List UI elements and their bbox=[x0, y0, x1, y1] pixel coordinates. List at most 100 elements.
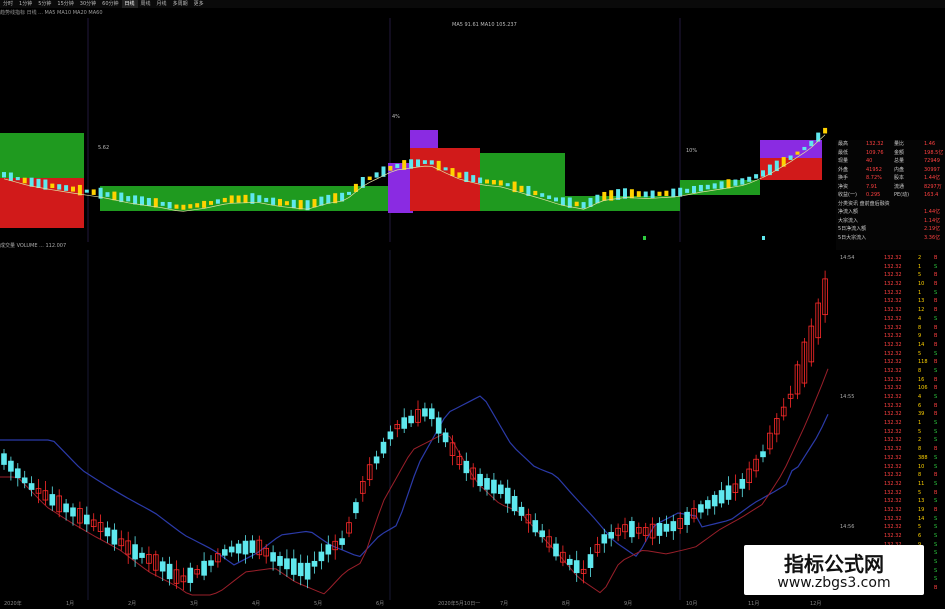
candle-body bbox=[104, 527, 111, 537]
tick-cell: 132.32 bbox=[884, 315, 902, 322]
quote-cell-d: 1.14亿 bbox=[924, 217, 941, 224]
candle-body bbox=[353, 502, 359, 514]
tick-cell: S bbox=[934, 559, 938, 566]
tick-cell: 132.32 bbox=[884, 437, 902, 444]
tick-cell: 4 bbox=[918, 394, 922, 400]
mini-candle bbox=[298, 200, 303, 210]
candle-body bbox=[567, 558, 573, 565]
mini-candle bbox=[788, 155, 793, 160]
mini-candle bbox=[533, 190, 538, 196]
mini-candle bbox=[105, 192, 110, 197]
candlestick-chart[interactable] bbox=[0, 250, 835, 600]
candle-body bbox=[491, 479, 497, 494]
period-tab[interactable]: 分时 bbox=[0, 0, 16, 8]
mini-candle bbox=[312, 199, 317, 208]
tick-cell: 132.32 bbox=[884, 359, 902, 366]
tick-cell: B bbox=[934, 376, 938, 383]
tick-cell: 6 bbox=[918, 402, 922, 409]
mini-candle bbox=[153, 198, 158, 208]
tick-cell: 2 bbox=[918, 437, 922, 444]
mini-candle bbox=[140, 196, 144, 206]
mini-candle bbox=[754, 174, 759, 179]
period-tab[interactable]: 日线 bbox=[121, 0, 138, 8]
tick-row: 14:56 132.32 5 S bbox=[836, 523, 945, 532]
period-tab[interactable]: 1分钟 bbox=[16, 0, 35, 8]
quote-row: 外盘 41952 内盘 30997 bbox=[836, 166, 945, 175]
mini-candle bbox=[15, 177, 20, 181]
candle-body bbox=[235, 543, 242, 554]
mini-candle bbox=[795, 151, 800, 155]
tick-cell: 132.32 bbox=[884, 428, 902, 435]
mini-candle bbox=[57, 184, 62, 190]
tick-row: 132.32 13 S bbox=[836, 497, 945, 506]
candle-body bbox=[435, 417, 442, 434]
tick-cell: 132.32 bbox=[884, 533, 902, 539]
tick-cell: 132.32 bbox=[884, 350, 902, 357]
quote-cell-d: 1.44亿 bbox=[924, 175, 941, 181]
candle-body bbox=[1, 453, 7, 465]
tick-cell: 132.32 bbox=[884, 480, 902, 487]
tick-cell: B bbox=[934, 359, 938, 366]
tick-cell: 19 bbox=[918, 506, 925, 513]
tick-cell: 4 bbox=[918, 315, 922, 322]
tick-cell: 2 bbox=[918, 255, 922, 261]
tick-cell: S bbox=[934, 480, 938, 487]
mini-candle bbox=[181, 204, 186, 210]
candle-body bbox=[497, 484, 504, 494]
date-label: 2020年5月10日一 bbox=[438, 601, 481, 607]
tick-cell: B bbox=[934, 585, 938, 592]
tick-cell: 8 bbox=[918, 446, 922, 453]
date-label: 12月 bbox=[810, 601, 822, 607]
mini-candle bbox=[284, 201, 289, 206]
tick-row: 132.32 1 S bbox=[836, 419, 945, 428]
period-tab[interactable]: 60分钟 bbox=[99, 0, 121, 8]
mini-candle bbox=[291, 199, 296, 209]
mini-candle bbox=[733, 179, 738, 186]
tick-cell: 132.32 bbox=[884, 524, 902, 531]
period-tab[interactable]: 周线 bbox=[138, 0, 154, 8]
candle-body bbox=[208, 560, 214, 566]
period-tab[interactable]: 30分钟 bbox=[77, 0, 99, 8]
tick-cell: 132.32 bbox=[884, 341, 902, 348]
tick-cell: 132.32 bbox=[884, 402, 902, 409]
period-tab[interactable]: 更多 bbox=[191, 0, 207, 8]
period-tab[interactable]: 15分钟 bbox=[54, 0, 76, 8]
candle-body bbox=[739, 478, 746, 489]
tick-cell: S bbox=[934, 550, 938, 557]
tick-cell: S bbox=[934, 498, 938, 505]
quote-cell-b: 0.295 bbox=[866, 192, 881, 198]
tick-cell: 132.32 bbox=[884, 454, 902, 461]
tick-cell: S bbox=[934, 541, 938, 548]
tick-cell: S bbox=[934, 263, 938, 270]
tick-cell: B bbox=[934, 446, 938, 453]
quote-cell-b: 7.91 bbox=[866, 183, 878, 190]
site-watermark: 指标公式网 www.zbgs3.com bbox=[744, 545, 924, 595]
tick-row: 14:54 132.32 2 B bbox=[836, 254, 945, 263]
tick-cell: 132.32 bbox=[884, 376, 902, 383]
tick-row: 132.32 39 B bbox=[836, 410, 945, 419]
tick-row: 132.32 8 B bbox=[836, 471, 945, 480]
mini-candle bbox=[519, 185, 524, 193]
mini-candle bbox=[740, 178, 745, 185]
quote-cell-a: 最低 bbox=[838, 149, 849, 156]
quote-cell-c: 股本 bbox=[894, 175, 905, 181]
period-tab[interactable]: 5分钟 bbox=[35, 0, 54, 8]
candle-body bbox=[311, 560, 318, 567]
mini-candle bbox=[505, 183, 510, 187]
tick-cell: B bbox=[934, 255, 938, 261]
candle-body bbox=[629, 521, 635, 538]
candle-body bbox=[463, 460, 470, 474]
period-tab[interactable]: 多周期 bbox=[170, 0, 191, 8]
mini-candle bbox=[471, 175, 476, 183]
mini-candle bbox=[540, 193, 545, 197]
upper-indicator-chart[interactable]: 4% 10% 5.62 MA5 91.61 MA10 105.237 bbox=[0, 18, 835, 242]
tick-cell: B bbox=[934, 411, 938, 418]
tick-row: 132.32 9 B bbox=[836, 332, 945, 341]
tick-row: 132.32 5 B bbox=[836, 271, 945, 280]
candle-body bbox=[201, 560, 207, 576]
candle-body bbox=[698, 504, 704, 513]
period-tab[interactable]: 月线 bbox=[154, 0, 170, 8]
mini-candle bbox=[395, 163, 400, 168]
candle-body bbox=[28, 483, 35, 490]
quote-cell-b: 8.72% bbox=[866, 175, 882, 181]
